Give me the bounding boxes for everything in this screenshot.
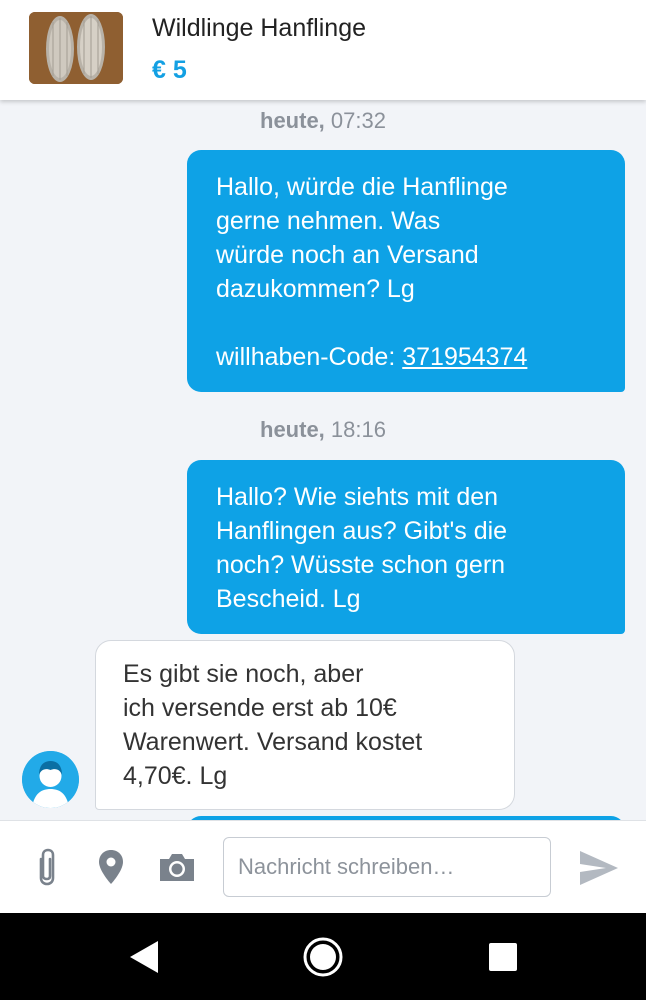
listing-price: € 5 [152, 56, 187, 84]
message-list[interactable]: heute, 07:32 Hallo, würde die Hanflinge … [0, 100, 646, 820]
listing-title: Wildlinge Hanflinge [152, 14, 367, 42]
timestamp-time: 18:16 [330, 417, 386, 442]
recents-icon[interactable] [481, 935, 525, 979]
message-text: Hallo, würde die Hanflinge gerne nehmen.… [216, 173, 508, 303]
timestamp: heute, 07:32 [0, 108, 646, 134]
listing-header[interactable]: Wildlinge Hanflinge € 5 [0, 0, 646, 100]
location-pin-icon[interactable] [95, 847, 129, 887]
camera-icon[interactable] [157, 847, 197, 887]
message-composer [0, 820, 646, 914]
willhaben-code-line: willhaben-Code: 371954374 [216, 340, 597, 374]
chat-screen: Wildlinge Hanflinge € 5 heute, 07:32 Hal… [0, 0, 646, 1000]
system-nav-bar [0, 913, 646, 1000]
outgoing-message[interactable]: Hallo, würde die Hanflinge gerne nehmen.… [187, 150, 625, 392]
send-icon[interactable] [578, 849, 620, 887]
incoming-message[interactable]: Es gibt sie noch, aber ich versende erst… [95, 640, 515, 810]
outgoing-message[interactable]: Hallo? Wie siehts mit den Hanflingen aus… [187, 460, 625, 634]
message-input[interactable] [223, 837, 551, 897]
paperclip-icon[interactable] [30, 847, 64, 887]
listing-thumbnail[interactable] [29, 12, 123, 84]
user-avatar-icon[interactable] [22, 751, 79, 808]
willhaben-code-label: willhaben-Code: [216, 343, 396, 371]
timestamp-time: 07:32 [330, 108, 386, 133]
willhaben-code-link[interactable]: 371954374 [402, 343, 527, 371]
timestamp-day: heute, [260, 108, 325, 133]
timestamp-day: heute, [260, 417, 325, 442]
timestamp: heute, 18:16 [0, 417, 646, 443]
home-icon[interactable] [301, 935, 345, 979]
message-text: Hallo? Wie siehts mit den Hanflingen aus… [216, 483, 508, 613]
back-icon[interactable] [124, 935, 168, 979]
